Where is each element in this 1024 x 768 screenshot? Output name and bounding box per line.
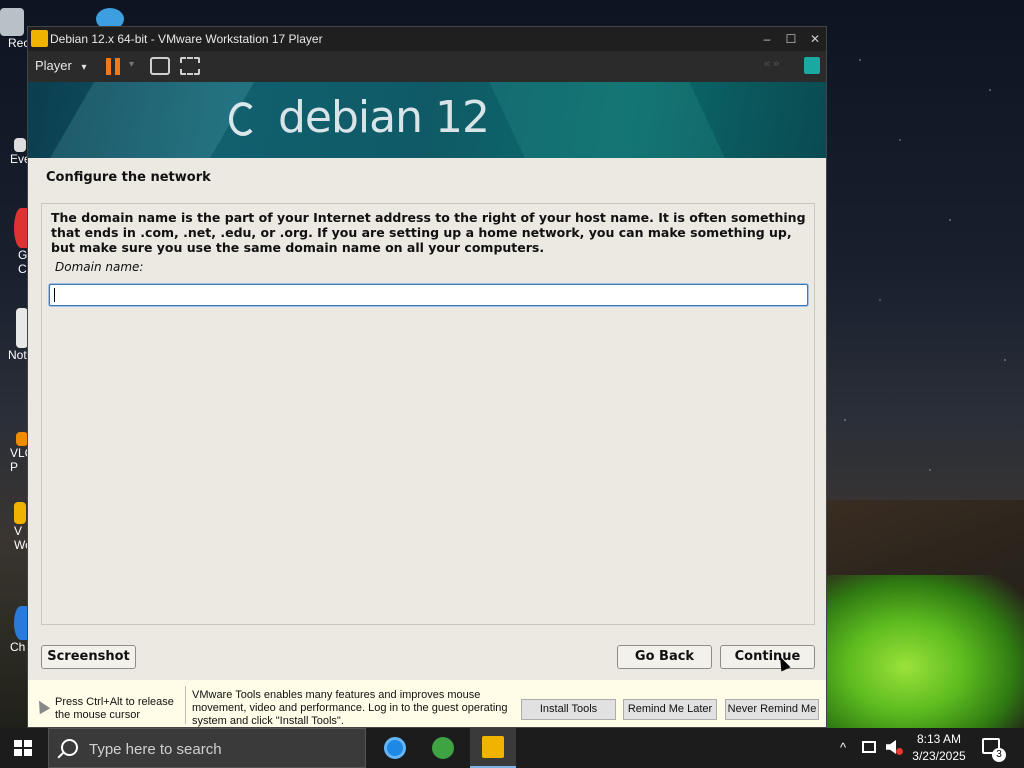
send-ctrl-alt-del-icon[interactable] (150, 57, 170, 75)
taskbar-ie[interactable] (420, 728, 466, 768)
unity-arrows-icon[interactable]: « » (764, 58, 779, 70)
desktop-icon-label: Eve (10, 152, 31, 166)
windows-logo-icon (24, 749, 32, 756)
desktop-icon-label: Not (8, 348, 27, 362)
vmware-icon (482, 736, 504, 758)
go-back-button[interactable]: Go Back (617, 645, 712, 669)
player-menu-label: Player (35, 58, 72, 73)
desktop-icon-label: V Wo (14, 524, 32, 552)
chrome-icon (384, 737, 406, 759)
desktop-icon-notepad[interactable]: Not (0, 308, 28, 362)
chrome-icon (14, 606, 28, 640)
maximize-button[interactable]: ☐ (780, 29, 802, 49)
cursor-icon (33, 697, 51, 715)
vmware-icon (14, 502, 26, 524)
installer-panel: The domain name is the part of your Inte… (41, 203, 815, 625)
windows-logo-icon (24, 740, 32, 747)
title-bar: Debian 12.x 64-bit - VMware Workstation … (28, 27, 826, 51)
minimize-button[interactable]: – (756, 29, 778, 49)
start-button[interactable] (14, 740, 32, 756)
windows-logo-icon (14, 740, 22, 747)
desktop-icon-vmware[interactable]: V Wo (0, 502, 32, 552)
clock-date: 3/23/2025 (912, 749, 966, 763)
vm-toolbar: Player ▾ ▾ « » (28, 51, 826, 82)
page-title: Configure the network (46, 170, 211, 185)
taskbar-clock[interactable]: 8:13 AM 3/23/2025 (908, 731, 970, 765)
banner-facet (489, 82, 727, 158)
shortcut-icon (14, 138, 26, 152)
player-menu[interactable]: Player ▾ (35, 58, 87, 73)
vmware-window: Debian 12.x 64-bit - VMware Workstation … (27, 26, 827, 728)
vmware-app-icon (31, 30, 48, 47)
recycle-bin-icon (0, 8, 24, 36)
never-remind-button[interactable]: Never Remind Me (725, 699, 819, 720)
pause-bar-right (115, 58, 120, 75)
muted-badge-icon (896, 748, 903, 755)
text-caret (54, 288, 55, 302)
close-button[interactable]: ✕ (804, 29, 826, 49)
pause-button[interactable] (106, 58, 120, 75)
network-icon[interactable] (862, 741, 876, 753)
desktop-icon-label: G C (18, 248, 28, 276)
guest-screen: debian 12 Configure the network The doma… (28, 82, 826, 680)
volume-muted-icon[interactable] (886, 740, 896, 754)
chevron-down-icon: ▾ (81, 62, 87, 73)
release-hint: Press Ctrl+Alt to release the mouse curs… (55, 696, 174, 721)
browser-globe-icon (432, 737, 454, 759)
desktop-icon-chrome-2[interactable]: Ch (0, 606, 28, 654)
window-title: Debian 12.x 64-bit - VMware Workstation … (50, 32, 323, 46)
banner-facet (36, 82, 260, 158)
debian-brand: debian 12 (278, 92, 490, 143)
tray-chevron-icon[interactable]: ^ (840, 740, 846, 755)
taskbar: Type here to search ^ 8:13 AM 3/23/2025 … (0, 728, 1024, 768)
desktop-icon-label: Rec (8, 36, 30, 50)
install-tools-button[interactable]: Install Tools (521, 699, 616, 720)
desktop-icon-recycle-bin[interactable]: Rec (0, 8, 30, 50)
taskbar-chrome[interactable] (372, 728, 418, 768)
domain-name-input[interactable] (49, 284, 808, 306)
description-text: The domain name is the part of your Inte… (51, 210, 806, 255)
desktop-icon-everything[interactable]: Eve (0, 138, 31, 166)
chrome-icon (14, 208, 28, 248)
clock-time: 8:13 AM (916, 732, 962, 746)
desktop-icon-label: VLC P (10, 446, 34, 474)
notice-divider (185, 686, 186, 724)
debian-banner: debian 12 (28, 82, 826, 158)
notes-icon[interactable] (804, 57, 820, 74)
continue-button[interactable]: Continue (720, 645, 815, 669)
taskbar-vmware[interactable] (470, 728, 516, 768)
tools-message: VMware Tools enables many features and i… (192, 689, 508, 727)
vmware-tools-notice: Press Ctrl+Alt to release the mouse curs… (28, 680, 826, 727)
screenshot-button[interactable]: Screenshot (41, 645, 136, 669)
desktop-icon-label: Ch (10, 640, 26, 654)
pause-bar-left (106, 58, 111, 75)
taskbar-search[interactable]: Type here to search (48, 728, 366, 768)
search-icon (61, 739, 78, 756)
desktop-tent (827, 575, 1024, 728)
notification-count: 3 (992, 748, 1006, 762)
desktop-icon-chrome[interactable]: G C (0, 208, 28, 276)
pause-dropdown-icon[interactable]: ▾ (129, 59, 134, 70)
remind-later-button[interactable]: Remind Me Later (623, 699, 717, 720)
debian-swirl-icon (229, 102, 257, 136)
fullscreen-icon[interactable] (180, 57, 200, 75)
desktop-icon-vlc[interactable]: VLC P (0, 432, 34, 474)
search-placeholder: Type here to search (89, 741, 222, 758)
windows-logo-icon (14, 749, 22, 756)
domain-name-label: Domain name: (55, 260, 144, 274)
